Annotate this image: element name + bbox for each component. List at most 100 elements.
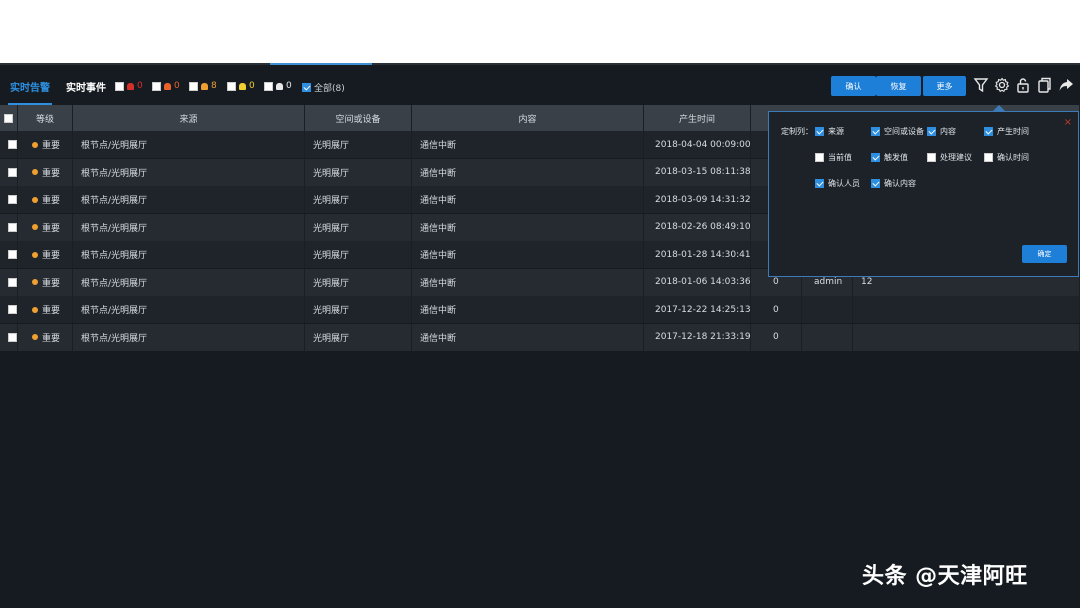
row-checkbox[interactable] <box>8 140 17 149</box>
cell-source: 根节点/光明展厅 <box>73 268 305 296</box>
level-dot-icon <box>32 196 38 203</box>
level-text: 重要 <box>42 223 61 234</box>
column-option-checkbox[interactable] <box>815 153 824 162</box>
column-option-checkbox[interactable] <box>984 153 993 162</box>
header-content[interactable]: 内容 <box>412 105 644 131</box>
header-level[interactable]: 等级 <box>18 105 73 131</box>
level-filter[interactable]: 0 <box>152 81 180 91</box>
column-option[interactable]: 触发值 <box>871 152 908 163</box>
column-option-checkbox[interactable] <box>927 127 936 136</box>
row-checkbox[interactable] <box>8 222 17 232</box>
cell-extra <box>853 323 1080 351</box>
row-select-cell <box>0 131 18 158</box>
column-option-checkbox[interactable] <box>815 179 824 188</box>
level-filter[interactable]: 8 <box>189 81 217 91</box>
column-option-checkbox[interactable] <box>871 179 880 188</box>
level-filter-checkbox[interactable] <box>264 81 273 91</box>
row-checkbox[interactable] <box>8 167 17 177</box>
level-filter-count: 0 <box>174 81 180 91</box>
level-filter-count: 0 <box>249 81 255 91</box>
column-option-checkbox[interactable] <box>815 127 824 136</box>
column-option-checkbox[interactable] <box>871 153 880 162</box>
table-row[interactable]: 重要 根节点/光明展厅 光明展厅 通信中断 2017-12-22 14:25:13 0 <box>0 296 1080 323</box>
column-option[interactable]: 产生时间 <box>984 126 1029 137</box>
cell-content: 通信中断 <box>412 213 644 241</box>
copy-icon[interactable] <box>1035 77 1053 95</box>
filter-all[interactable]: 全部(8) <box>302 81 345 94</box>
cell-source: 根节点/光明展厅 <box>73 158 305 186</box>
more-button[interactable]: 更多 <box>923 76 966 96</box>
close-icon[interactable]: × <box>1064 117 1072 128</box>
column-option-label: 空间或设备 <box>884 127 924 136</box>
column-option[interactable]: 内容 <box>927 126 956 137</box>
bell-icon <box>276 82 283 90</box>
column-option-label: 处理建议 <box>940 153 972 162</box>
gear-icon[interactable] <box>993 77 1011 95</box>
level-filter[interactable]: 0 <box>264 81 292 91</box>
level-filter[interactable]: 0 <box>227 81 255 91</box>
row-select-cell <box>0 186 18 213</box>
column-option[interactable]: 确认内容 <box>871 178 916 189</box>
row-checkbox[interactable] <box>8 332 17 342</box>
bell-icon <box>164 82 171 90</box>
level-filter-checkbox[interactable] <box>115 81 124 91</box>
column-option[interactable]: 确认时间 <box>984 152 1029 163</box>
level-filter-checkbox[interactable] <box>227 81 236 91</box>
cell-content: 通信中断 <box>412 323 644 351</box>
cell-level: 重要 <box>18 268 73 296</box>
column-option[interactable]: 来源 <box>815 126 844 137</box>
header-space[interactable]: 空间或设备 <box>305 105 412 131</box>
tab-realtime-alarms[interactable]: 实时告警 <box>8 79 52 105</box>
level-dot-icon <box>32 334 38 340</box>
cell-extra <box>853 296 1080 323</box>
filter-icon[interactable] <box>972 77 990 95</box>
column-option-checkbox[interactable] <box>984 127 993 136</box>
cell-level: 重要 <box>18 213 73 241</box>
column-option-label: 产生时间 <box>997 127 1029 136</box>
column-option[interactable]: 当前值 <box>815 152 852 163</box>
column-option[interactable]: 确认人员 <box>815 178 860 189</box>
alarm-panel: 实时告警 实时事件 00800 全部(8) 确认 恢复 更多 等级 来源 空间或… <box>0 63 1080 608</box>
level-filter-count: 0 <box>286 81 292 91</box>
custom-columns-label: 定制列： <box>781 127 813 136</box>
level-text: 重要 <box>42 168 61 179</box>
cell-source: 根节点/光明展厅 <box>73 323 305 351</box>
level-filter-checkbox[interactable] <box>152 81 161 91</box>
cell-space: 光明展厅 <box>305 186 412 213</box>
row-checkbox[interactable] <box>8 305 17 314</box>
row-select-cell <box>0 296 18 323</box>
column-option[interactable]: 空间或设备 <box>871 126 924 137</box>
column-option-label: 来源 <box>828 127 844 136</box>
ok-button[interactable]: 确定 <box>1022 245 1067 263</box>
level-text: 重要 <box>42 251 61 261</box>
cell-level: 重要 <box>18 323 73 351</box>
column-option-label: 触发值 <box>884 153 908 162</box>
select-all-checkbox[interactable] <box>4 113 13 123</box>
level-dot-icon <box>32 224 38 230</box>
level-filter[interactable]: 0 <box>115 81 143 91</box>
row-checkbox[interactable] <box>8 195 17 204</box>
restore-button[interactable]: 恢复 <box>876 76 921 96</box>
level-dot-icon <box>32 306 38 313</box>
column-option-checkbox[interactable] <box>871 127 880 136</box>
cell-time: 2018-03-15 08:11:38 <box>644 158 751 186</box>
cell-level: 重要 <box>18 131 73 158</box>
unlock-icon[interactable] <box>1014 77 1032 95</box>
cell-source: 根节点/光明展厅 <box>73 186 305 213</box>
row-checkbox[interactable] <box>8 277 17 287</box>
share-icon[interactable] <box>1057 77 1075 95</box>
header-source[interactable]: 来源 <box>73 105 305 131</box>
row-checkbox[interactable] <box>8 250 17 259</box>
cell-time: 2018-02-26 08:49:10 <box>644 213 751 241</box>
column-option-checkbox[interactable] <box>927 153 936 162</box>
level-filter-checkbox[interactable] <box>189 81 198 91</box>
header-time[interactable]: 产生时间 <box>644 105 751 131</box>
filter-all-checkbox[interactable] <box>302 83 311 92</box>
tab-realtime-events[interactable]: 实时事件 <box>66 79 106 94</box>
row-select-cell <box>0 323 18 351</box>
table-row[interactable]: 重要 根节点/光明展厅 光明展厅 通信中断 2017-12-18 21:33:19 0 <box>0 323 1080 351</box>
level-dot-icon <box>32 169 38 175</box>
cell-trigger: 0 <box>751 323 802 351</box>
confirm-button[interactable]: 确认 <box>831 76 876 96</box>
column-option[interactable]: 处理建议 <box>927 152 972 163</box>
